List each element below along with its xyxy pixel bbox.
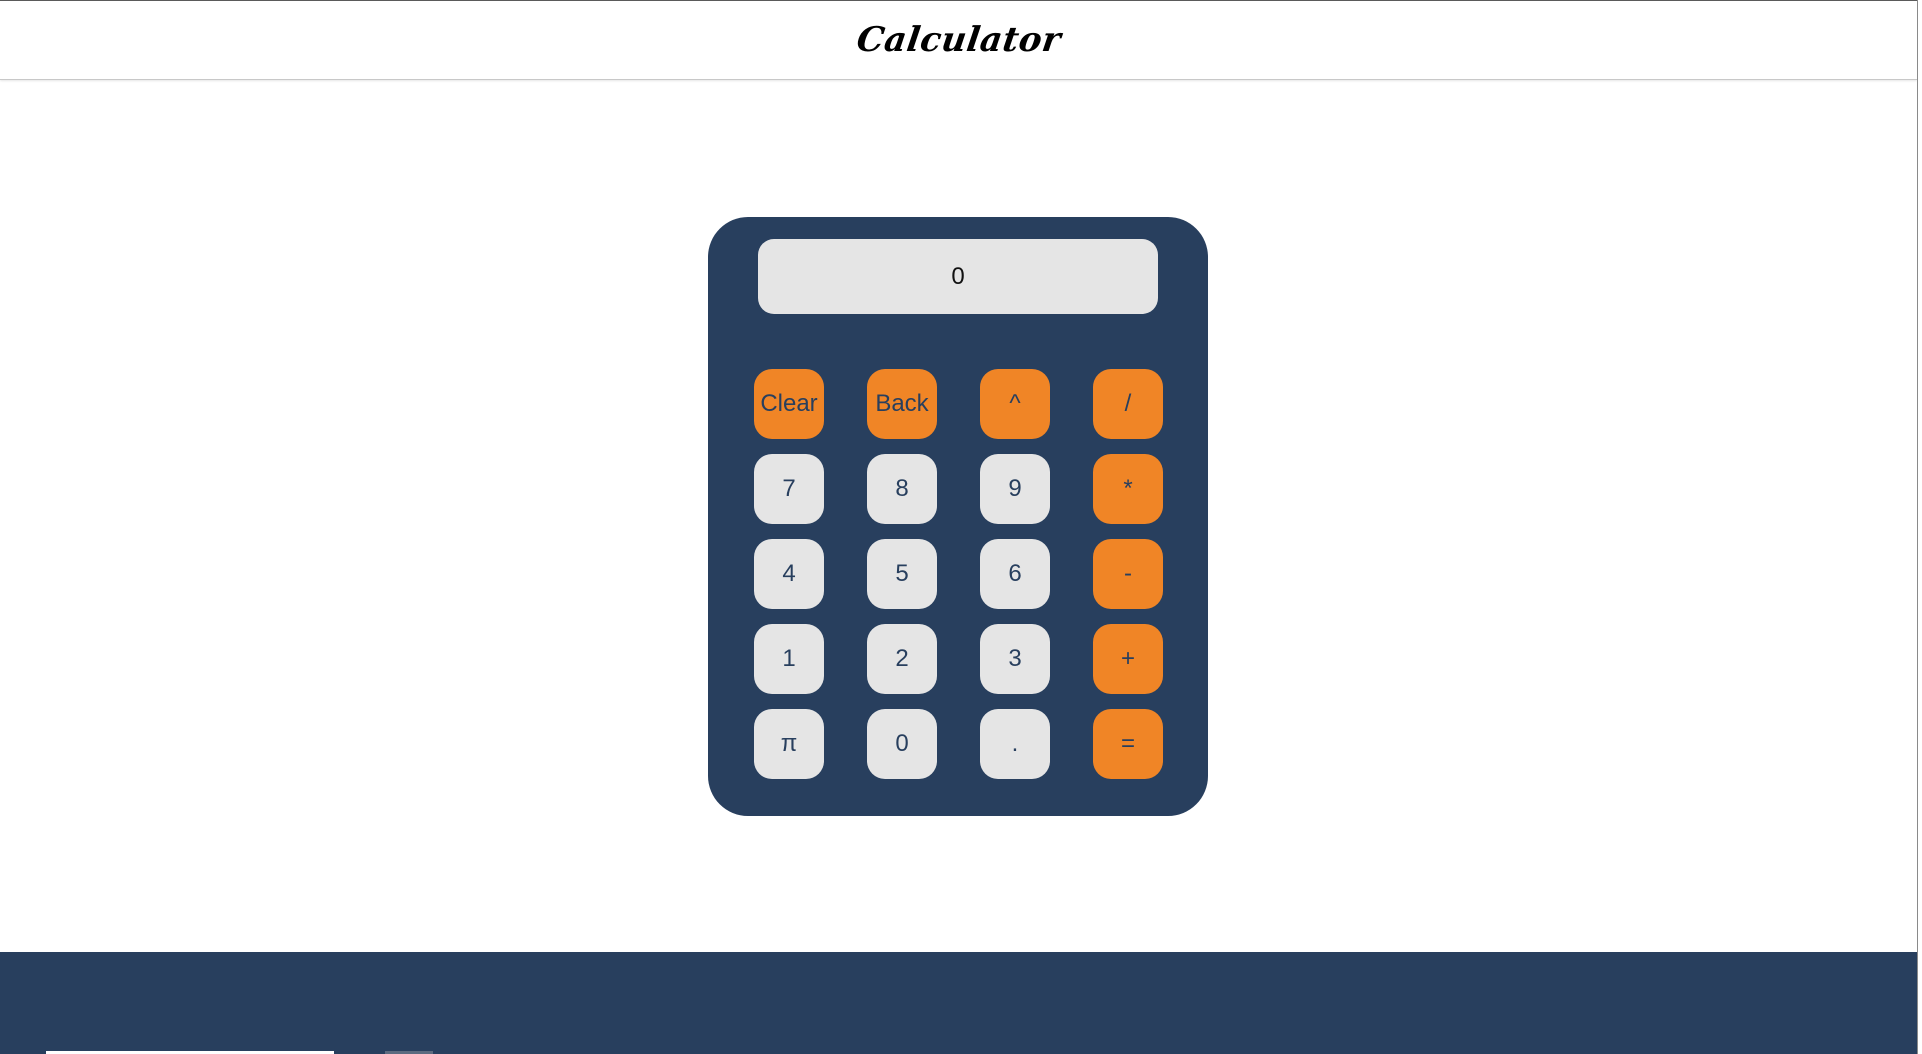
digit-0-button[interactable]: 0	[867, 709, 937, 779]
equals-button[interactable]: =	[1093, 709, 1163, 779]
digit-9-button[interactable]: 9	[980, 454, 1050, 524]
digit-3-button[interactable]: 3	[980, 624, 1050, 694]
back-button[interactable]: Back	[867, 369, 937, 439]
digit-5-button[interactable]: 5	[867, 539, 937, 609]
subtract-button[interactable]: -	[1093, 539, 1163, 609]
decimal-point-button[interactable]: .	[980, 709, 1050, 779]
digit-1-button[interactable]: 1	[754, 624, 824, 694]
clear-button[interactable]: Clear	[754, 369, 824, 439]
page: Calculator 0 Clear Back ^/7 8 9 * 4 5 6-1 2 3 + π 0. =	[0, 0, 1922, 1054]
power-button[interactable]: ^	[980, 369, 1050, 439]
calculator-display: 0	[758, 239, 1158, 314]
add-button[interactable]: +	[1093, 624, 1163, 694]
footer	[0, 952, 1917, 1054]
keypad: Clear Back ^ / 7 8 9 * 4 5 6- 1 2 3 + π 0. =	[754, 369, 1163, 779]
digit-8-button[interactable]: 8	[867, 454, 937, 524]
divide-button[interactable]: /	[1093, 369, 1163, 439]
multiply-button[interactable]: *	[1093, 454, 1163, 524]
calculator: 0 Clear Back ^/7 8 9 * 4 5 6-1 2 3 + π 0. =	[708, 217, 1208, 816]
digit-7-button[interactable]: 7	[754, 454, 824, 524]
page-title: Calculator	[853, 20, 1064, 60]
digit-6-button[interactable]: 6	[980, 539, 1050, 609]
pi-button[interactable]: π	[754, 709, 824, 779]
window-right-edge	[1917, 0, 1922, 1054]
digit-4-button[interactable]: 4	[754, 539, 824, 609]
header-bar: Calculator	[0, 0, 1917, 80]
digit-2-button[interactable]: 2	[867, 624, 937, 694]
